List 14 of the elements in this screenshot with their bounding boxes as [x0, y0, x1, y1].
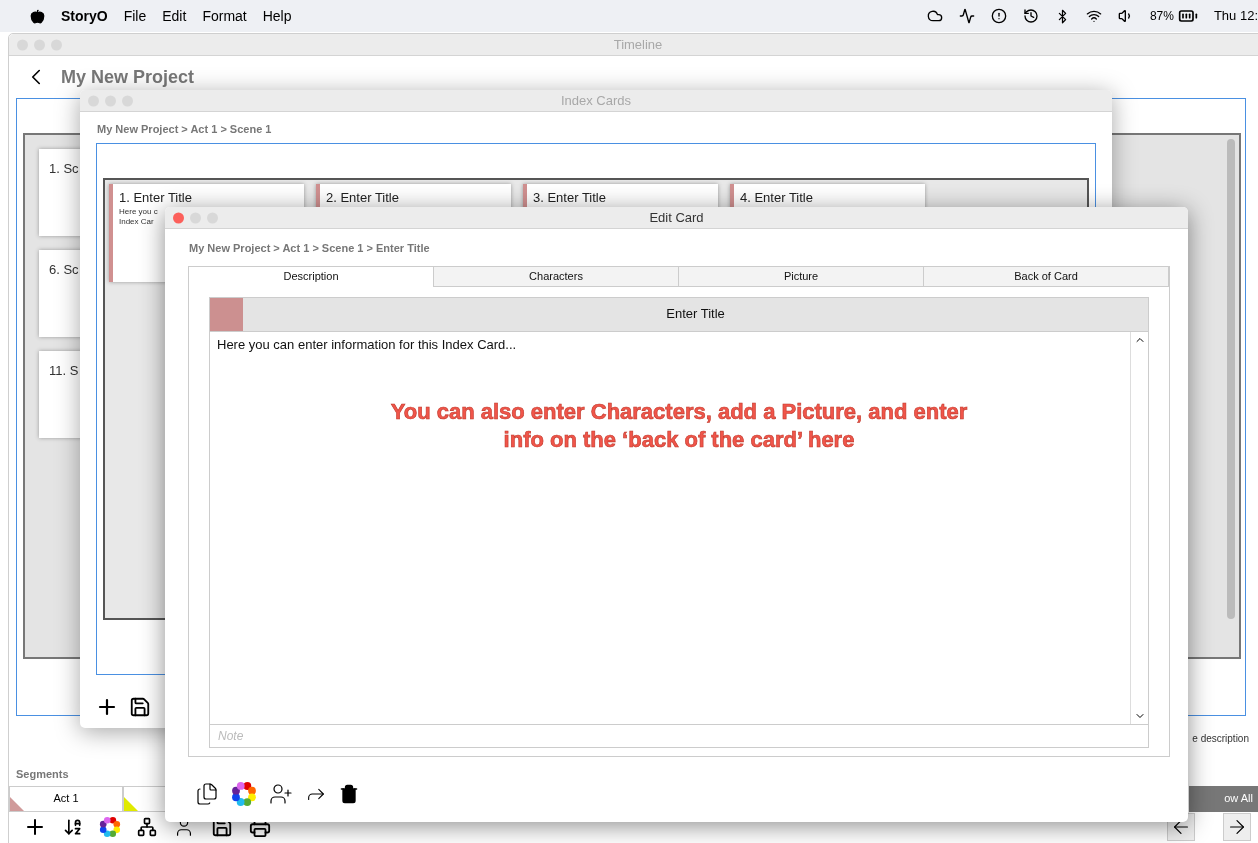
window-title: Timeline: [613, 35, 663, 54]
segments-label: Segments: [16, 767, 70, 782]
window-title: Edit Card: [649, 208, 704, 227]
breadcrumb: My New Project > Act 1 > Scene 1 > Enter Title: [189, 241, 431, 256]
description-label: e description: [1192, 731, 1249, 746]
description-text: Here you can enter information for this Index Card...: [217, 335, 517, 354]
annotation-text: You can also enter Characters, add a Picture, and enter info on the ‘back of the card’ here: [389, 398, 969, 454]
card-description: Index Car: [119, 217, 154, 227]
project-title: My New Project: [61, 65, 195, 89]
card-title: Enter Title: [665, 305, 726, 324]
battery-percentage: 87%: [1149, 8, 1174, 25]
breadcrumb: My New Project > Act 1 > Scene 1: [97, 122, 273, 137]
window-title: Index Cards: [560, 91, 632, 110]
card-description: Here you c: [119, 207, 158, 217]
